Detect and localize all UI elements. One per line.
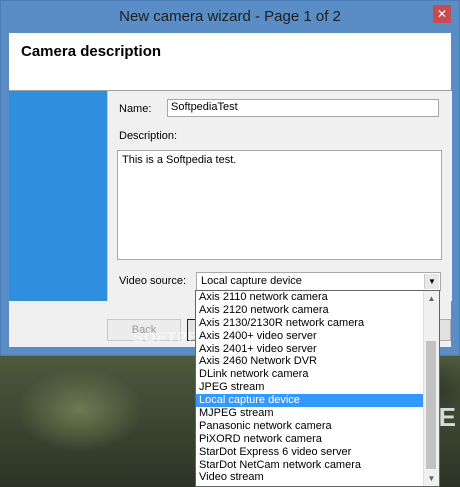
dropdown-option[interactable]: PiXORD network camera	[196, 433, 425, 446]
video-source-dropdown-list[interactable]: Axis 2110 network camera Axis 2120 networ…	[195, 290, 440, 487]
scroll-up-arrow-icon[interactable]: ▲	[424, 291, 439, 306]
dropdown-option[interactable]: Axis 2460 Network DVR	[196, 355, 425, 368]
description-label: Description:	[119, 130, 178, 142]
dropdown-option[interactable]: Video stream	[196, 471, 425, 484]
dropdown-option[interactable]: DLink network camera	[196, 368, 425, 381]
dropdown-option[interactable]: Axis 2401+ video server	[196, 343, 425, 356]
camera-form: Name: SoftpediaTest Description: This is…	[107, 91, 452, 301]
name-field[interactable]: SoftpediaTest	[167, 99, 439, 117]
dropdown-option[interactable]: StarDot Express 6 video server	[196, 446, 425, 459]
video-source-select[interactable]: Local capture device ▼	[196, 272, 441, 291]
dropdown-option[interactable]: Axis 2400+ video server	[196, 330, 425, 343]
wizard-header: Camera description	[9, 33, 451, 91]
dropdown-option[interactable]: Axis 2120 network camera	[196, 304, 425, 317]
title-bar[interactable]: New camera wizard - Page 1 of 2 ✕	[1, 1, 459, 32]
video-source-label: Video source:	[119, 275, 187, 287]
chevron-down-icon[interactable]: ▼	[424, 274, 439, 289]
dropdown-scrollbar[interactable]: ▲ ▼	[423, 291, 439, 486]
close-button[interactable]: ✕	[433, 5, 451, 23]
description-field[interactable]: This is a Softpedia test.	[117, 150, 442, 260]
dropdown-option[interactable]: Local capture device	[196, 394, 425, 408]
dropdown-option[interactable]: StarDot NetCam network camera	[196, 459, 425, 472]
dropdown-option[interactable]: MJPEG stream	[196, 407, 425, 420]
dropdown-option[interactable]: Panasonic network camera	[196, 420, 425, 433]
name-label: Name:	[119, 103, 152, 115]
page-title: Camera description	[21, 43, 162, 60]
video-source-value: Local capture device	[201, 275, 302, 287]
dropdown-option[interactable]: Axis 2110 network camera	[196, 291, 425, 304]
scroll-down-arrow-icon[interactable]: ▼	[424, 471, 439, 486]
scroll-thumb[interactable]	[426, 341, 436, 469]
dropdown-option[interactable]: JPEG stream	[196, 381, 425, 394]
window-title: New camera wizard - Page 1 of 2	[119, 8, 341, 25]
wizard-side-banner	[9, 91, 107, 301]
close-icon: ✕	[436, 7, 448, 21]
dropdown-option[interactable]: Axis 2130/2130R network camera	[196, 317, 425, 330]
dropdown-options: Axis 2110 network camera Axis 2120 networ…	[196, 291, 425, 484]
